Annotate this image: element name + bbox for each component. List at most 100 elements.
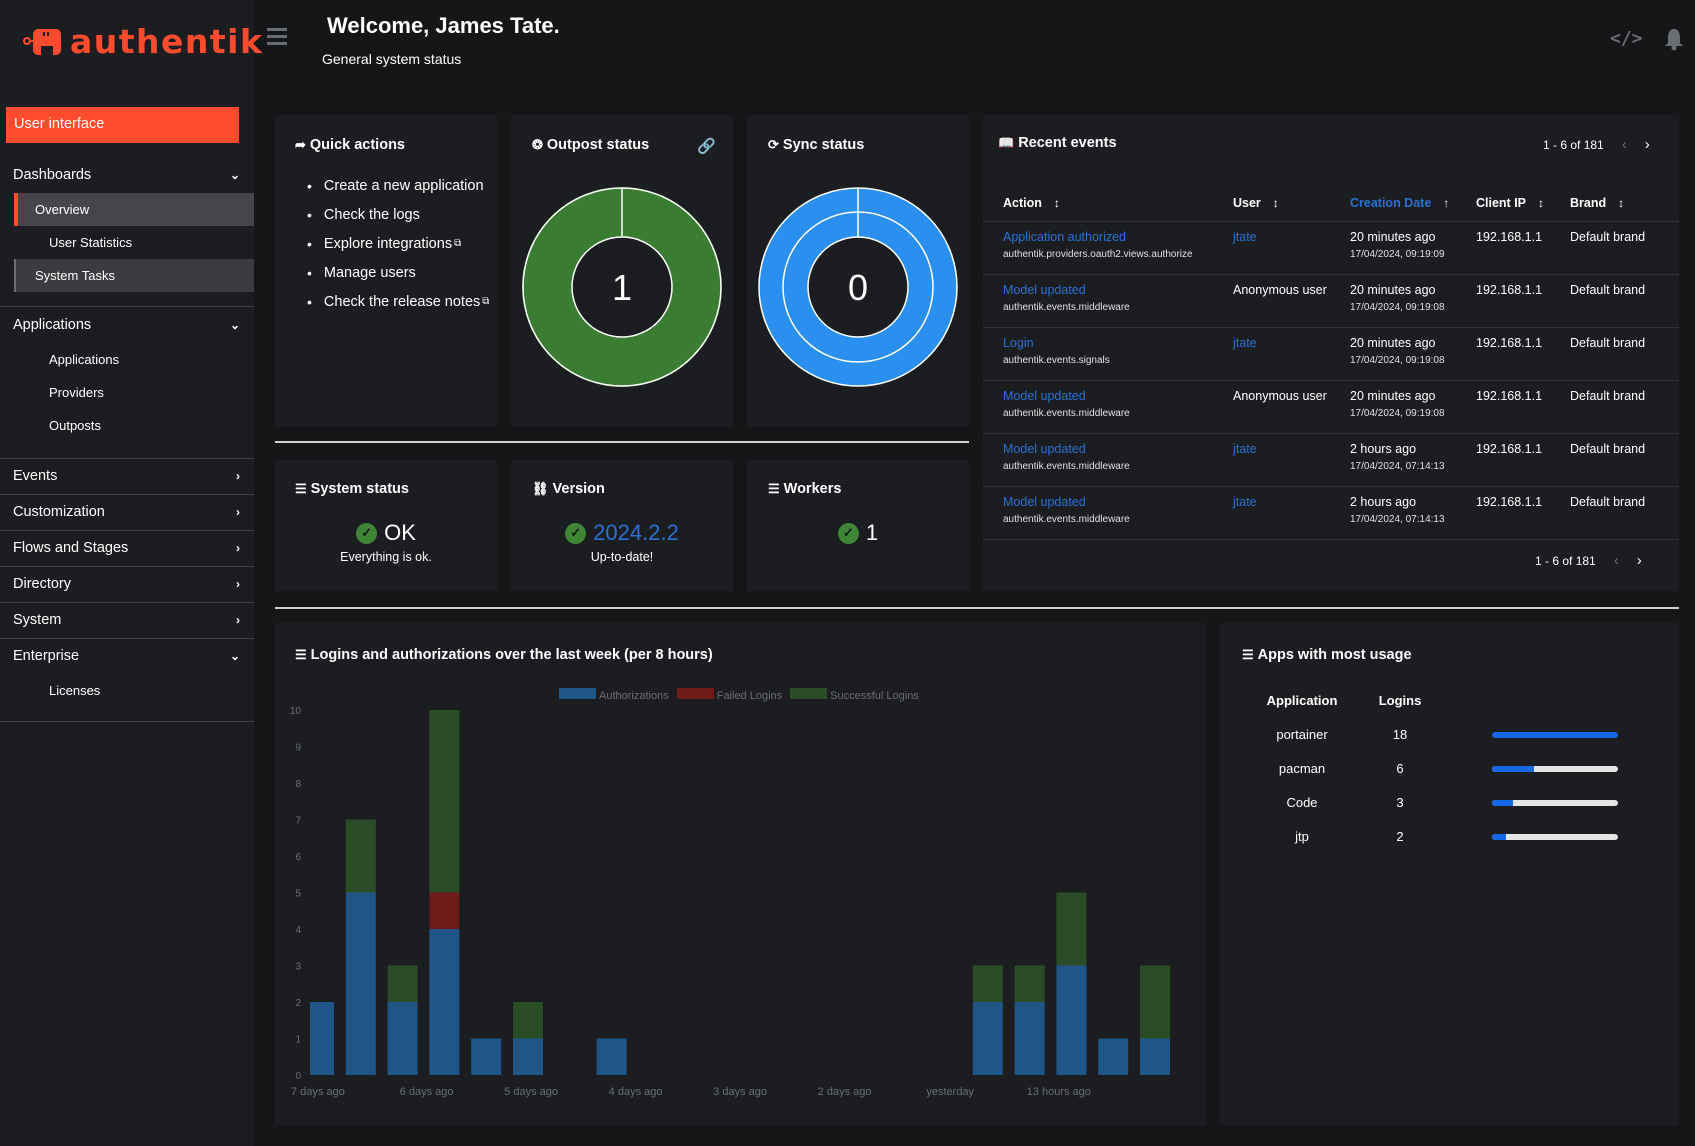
column-header-creation-date[interactable]: Creation Date ↑ [1330, 185, 1456, 222]
cell-user: jtate [1213, 433, 1330, 487]
sidebar-item-outposts[interactable]: Outposts [14, 409, 254, 442]
quick-action-manage-users[interactable]: Manage users [307, 258, 489, 287]
bar-authorizations[interactable] [345, 892, 376, 1076]
quick-action-explore-integrations[interactable]: Explore integrations⧉ [307, 229, 489, 258]
bar-failed-logins[interactable] [429, 892, 460, 930]
apps-table-row: Code 3 [1220, 795, 1679, 815]
nav-toggle-directory[interactable]: Directory › [0, 566, 254, 602]
workers-count: 1 [865, 520, 879, 545]
user-value[interactable]: jtate [1233, 336, 1257, 350]
workers-value: ✓ 1 [747, 520, 969, 546]
apps-table-row: jtp 2 [1220, 829, 1679, 849]
sidebar-item-applications[interactable]: Applications [14, 343, 254, 376]
nav-toggle-applications[interactable]: Applications ⌄ [0, 307, 254, 343]
column-header-client-ip[interactable]: Client IP ↕ [1456, 185, 1550, 222]
link-icon[interactable]: 🔗 [697, 137, 716, 155]
version-link[interactable]: 2024.2.2 [593, 520, 679, 546]
action-link[interactable]: Login [1003, 336, 1034, 350]
bar-successful-logins[interactable] [1140, 965, 1170, 1039]
cell-brand: Default brand [1550, 327, 1679, 381]
external-link-icon: ⧉ [454, 238, 462, 249]
bar-successful-logins[interactable] [513, 1002, 543, 1039]
action-link[interactable]: Model updated [1003, 495, 1086, 509]
sidebar-item-system-tasks[interactable]: System Tasks [14, 259, 254, 292]
sidebar-item-providers[interactable]: Providers [14, 376, 254, 409]
nav-toggle-events[interactable]: Events › [0, 458, 254, 494]
column-header-brand[interactable]: Brand ↕ [1550, 185, 1679, 222]
chevron-right-icon: › [236, 469, 240, 483]
nav-toggle-enterprise[interactable]: Enterprise ⌄ [0, 638, 254, 674]
sidebar-item-overview[interactable]: Overview [14, 193, 254, 226]
bell-icon[interactable] [1664, 28, 1684, 51]
sidebar-item-user-statistics[interactable]: User Statistics [14, 226, 254, 259]
chevron-right-icon: › [236, 613, 240, 627]
action-link[interactable]: Model updated [1003, 283, 1086, 297]
menu-icon[interactable] [267, 28, 287, 45]
bar-authorizations[interactable] [1056, 965, 1087, 1076]
card-title-text: Quick actions [309, 137, 405, 153]
apps-table-header: Application Logins [1220, 693, 1679, 713]
app-logins: 6 [1396, 761, 1404, 776]
sync-icon: ⟳ [768, 137, 779, 152]
bar-authorizations[interactable] [429, 929, 460, 1075]
bar-authorizations[interactable] [1098, 1038, 1129, 1076]
y-tick-label: 3 [295, 962, 301, 973]
nav-toggle-dashboards[interactable]: Dashboards ⌄ [0, 157, 254, 193]
prev-page-button[interactable]: ‹ [1614, 552, 1619, 569]
nav-toggle-customization[interactable]: Customization › [0, 494, 254, 530]
sort-icon: ↕ [1538, 195, 1545, 210]
bar-authorizations[interactable] [387, 1002, 418, 1075]
bar-authorizations[interactable] [972, 1002, 1003, 1075]
nav-toggle-system[interactable]: System › [0, 602, 254, 638]
quick-action-release-notes[interactable]: Check the release notes⧉ [307, 287, 490, 316]
bar-authorizations[interactable] [1140, 1038, 1170, 1076]
absolute-time: 17/04/2024, 09:19:09 [1350, 248, 1445, 260]
quick-action-create-application[interactable]: Create a new application [307, 171, 489, 200]
bar-authorizations[interactable] [513, 1038, 543, 1076]
nav-group-events: Events › [0, 458, 254, 494]
bar-authorizations[interactable] [310, 1002, 334, 1075]
bar-successful-logins[interactable] [429, 710, 460, 893]
bar-successful-logins[interactable] [1056, 892, 1087, 966]
brand-value: Default brand [1570, 282, 1646, 297]
column-label: Brand [1570, 195, 1607, 210]
usage-progress-fill [1492, 800, 1514, 806]
nav-label: Enterprise [13, 648, 80, 664]
cell-action: Login authentik.events.signals [983, 327, 1213, 381]
usage-progress-bar [1492, 800, 1618, 806]
bar-authorizations[interactable] [596, 1038, 627, 1076]
next-page-button[interactable]: › [1637, 552, 1642, 569]
column-header-action[interactable]: Action ↕ [983, 185, 1213, 222]
y-tick-label: 1 [295, 1035, 301, 1046]
brand-logo[interactable]: authentik [22, 22, 263, 61]
bar-successful-logins[interactable] [387, 965, 418, 1003]
prev-page-button[interactable]: ‹ [1622, 136, 1627, 153]
action-link[interactable]: Model updated [1003, 442, 1086, 456]
code-icon[interactable]: </> [1610, 28, 1643, 49]
user-interface-button[interactable]: User interface [6, 107, 239, 143]
cell-ip: 192.168.1.1 [1456, 486, 1550, 540]
nav-toggle-flows-and-stages[interactable]: Flows and Stages › [0, 530, 254, 566]
bar-successful-logins[interactable] [1014, 965, 1045, 1003]
nav-group-enterprise: Enterprise ⌄ Licenses [0, 638, 254, 707]
usage-progress-bar [1492, 834, 1618, 840]
next-page-button[interactable]: › [1645, 136, 1650, 153]
action-link[interactable]: Model updated [1003, 389, 1086, 403]
user-value[interactable]: jtate [1233, 495, 1257, 509]
bar-successful-logins[interactable] [972, 965, 1003, 1003]
quick-action-check-logs[interactable]: Check the logs [307, 200, 489, 229]
bar-successful-logins[interactable] [345, 819, 376, 893]
bar-authorizations[interactable] [471, 1038, 502, 1076]
column-header-user[interactable]: User ↕ [1213, 185, 1330, 222]
column-label: Creation Date [1350, 195, 1432, 210]
sidebar-item-licenses[interactable]: Licenses [14, 674, 254, 707]
workers-card: ☰ Workers ✓ 1 [747, 460, 969, 591]
user-value[interactable]: jtate [1233, 230, 1257, 244]
app-logins: 18 [1392, 727, 1408, 742]
user-value[interactable]: jtate [1233, 442, 1257, 456]
cell-brand: Default brand [1550, 274, 1679, 328]
card-title-text: Version [552, 481, 605, 497]
cell-action: Model updated authentik.events.middleware [983, 486, 1213, 540]
bar-authorizations[interactable] [1014, 1002, 1045, 1075]
action-link[interactable]: Application authorized [1003, 230, 1126, 244]
